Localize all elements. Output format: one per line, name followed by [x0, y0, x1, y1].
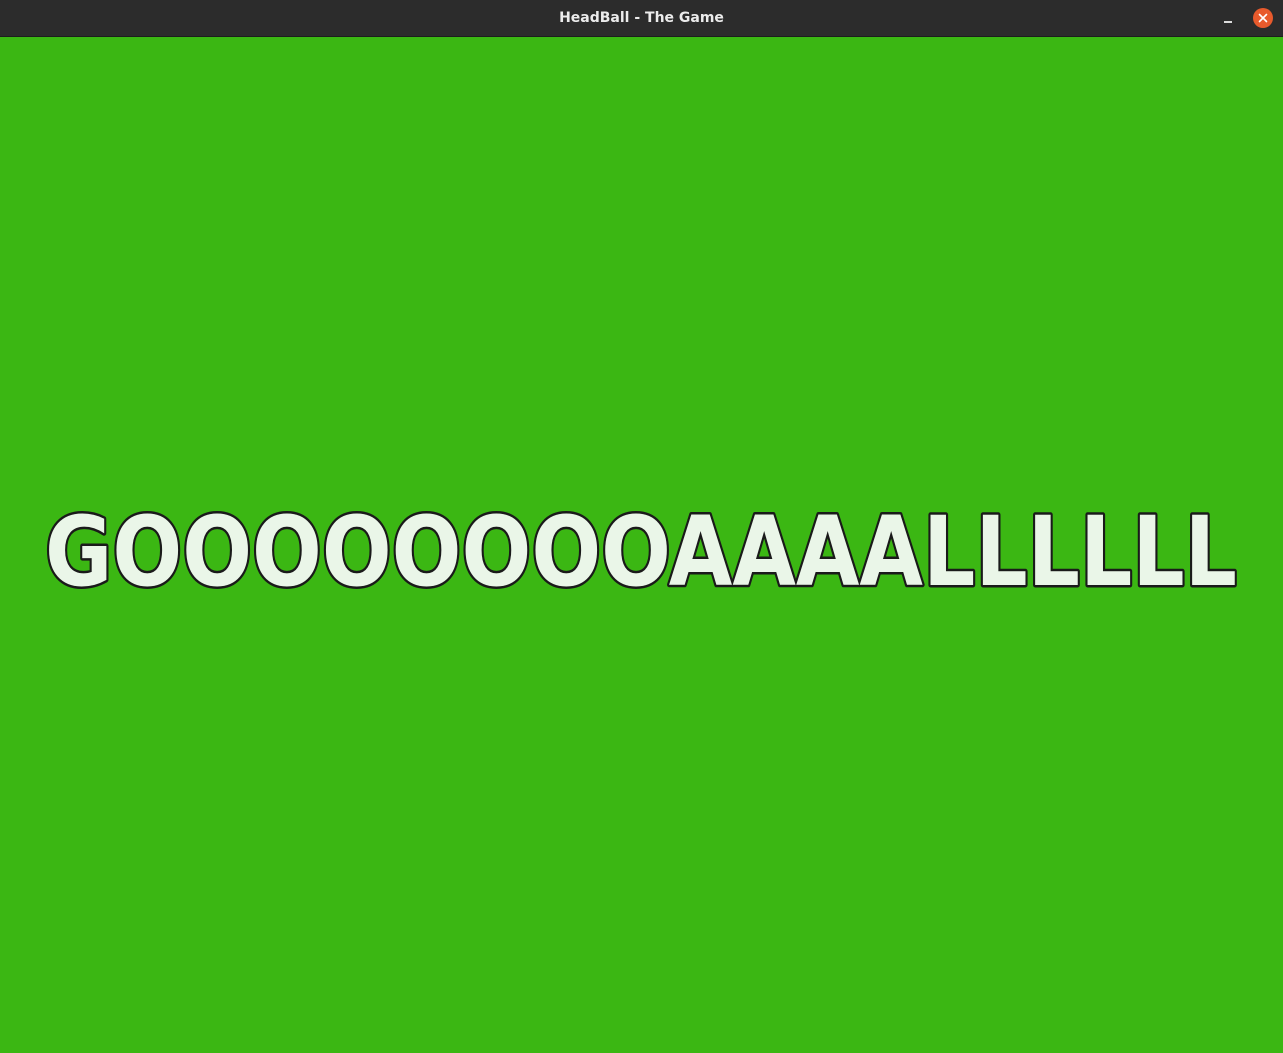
game-canvas[interactable]: GOOOOOOOOAAAALLLLLL [1, 37, 1282, 1052]
minimize-button[interactable] [1217, 8, 1239, 30]
game-window: HeadBall - The Game GOOOOOOOOAAAALLLLLL [0, 0, 1283, 1053]
minimize-icon [1224, 21, 1232, 23]
goal-message: GOOOOOOOOAAAALLLLLL [45, 496, 1237, 608]
close-icon [1258, 13, 1268, 23]
title-bar[interactable]: HeadBall - The Game [0, 0, 1283, 37]
window-title: HeadBall - The Game [559, 10, 724, 26]
goal-banner: GOOOOOOOOAAAALLLLLL [1, 37, 1282, 1052]
close-button[interactable] [1253, 8, 1273, 28]
